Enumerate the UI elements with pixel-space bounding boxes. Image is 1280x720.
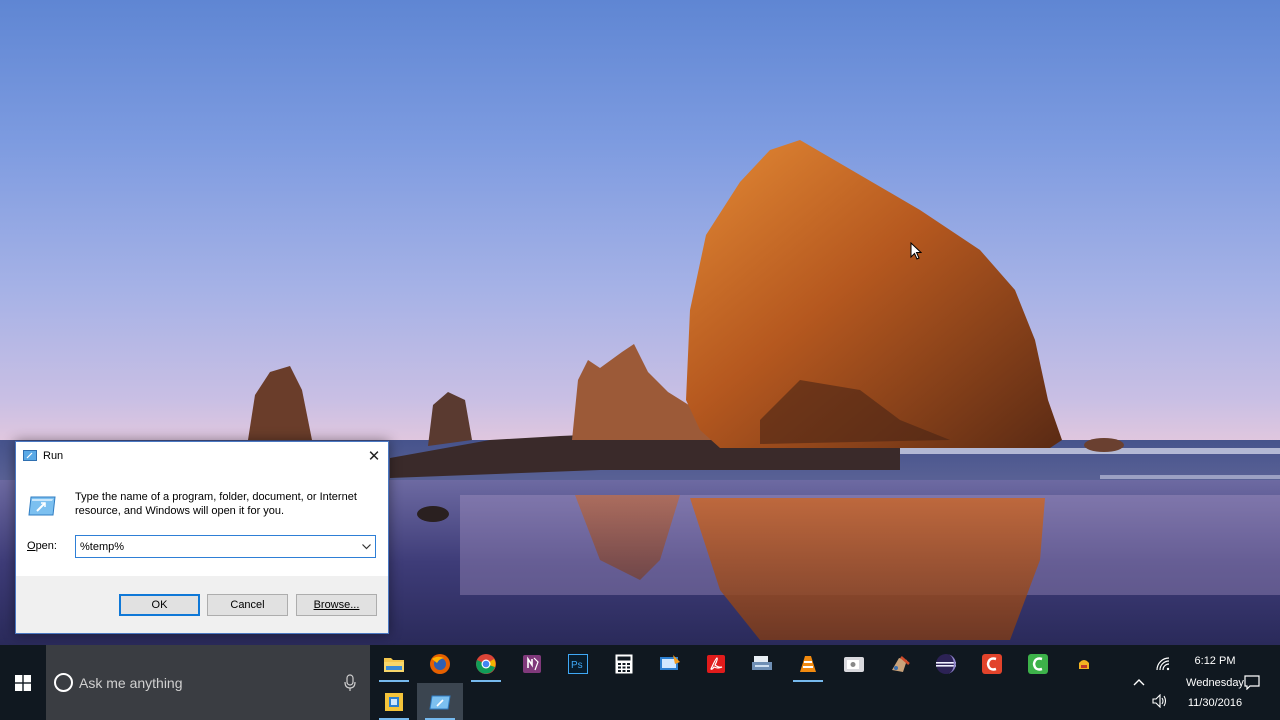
running-indicator bbox=[471, 680, 501, 682]
taskbar-screen-capture[interactable] bbox=[647, 645, 693, 682]
taskbar-camera-app[interactable] bbox=[831, 645, 877, 682]
clock-time[interactable]: 6:12 PM bbox=[1180, 655, 1250, 667]
run-description: Type the name of a program, folder, docu… bbox=[75, 491, 357, 517]
run-app-icon bbox=[23, 450, 37, 461]
close-button[interactable]: ✕ bbox=[360, 442, 388, 470]
taskbar-chrome[interactable] bbox=[463, 645, 509, 682]
open-combobox[interactable] bbox=[75, 535, 376, 558]
open-dropdown-button[interactable] bbox=[358, 537, 374, 556]
taskbar-sticky-app[interactable] bbox=[371, 683, 417, 720]
close-icon: ✕ bbox=[367, 448, 381, 465]
taskbar-vlc[interactable] bbox=[785, 645, 831, 682]
camtasia-recorder-icon bbox=[982, 653, 1002, 674]
start-button[interactable] bbox=[0, 645, 46, 720]
action-center-icon[interactable] bbox=[1244, 675, 1260, 690]
run-title: Run bbox=[43, 450, 64, 462]
cortana-icon bbox=[54, 673, 73, 692]
open-label: Open: bbox=[27, 540, 57, 552]
folder-icon bbox=[384, 657, 404, 672]
scanner-icon bbox=[752, 655, 772, 670]
running-indicator bbox=[793, 680, 823, 682]
open-input[interactable] bbox=[80, 539, 350, 554]
chrome-icon bbox=[476, 653, 496, 674]
cortana-search-box[interactable]: Ask me anything bbox=[46, 645, 370, 720]
run-titlebar[interactable]: Run ✕ bbox=[16, 442, 388, 470]
chevron-down-icon bbox=[361, 543, 371, 549]
taskbar-camtasia-recorder[interactable] bbox=[969, 645, 1015, 682]
wifi-icon[interactable] bbox=[1156, 657, 1172, 671]
browse-label: Browse... bbox=[313, 599, 360, 611]
camera-icon bbox=[844, 656, 864, 672]
pdf-icon bbox=[707, 654, 725, 673]
screen-capture-icon bbox=[660, 654, 680, 670]
svg-text:Ps: Ps bbox=[571, 660, 583, 671]
taskbar-file-explorer[interactable] bbox=[371, 645, 417, 682]
taskbar-photoshop[interactable]: Ps bbox=[555, 645, 601, 682]
sticky-app-icon bbox=[385, 692, 403, 711]
eclipse-icon bbox=[936, 653, 956, 674]
system-tray: 6:12 PM Wednesday 11/30/2016 bbox=[1110, 645, 1280, 720]
browse-button[interactable]: Browse... bbox=[296, 594, 377, 616]
taskbar-run-window[interactable] bbox=[417, 683, 463, 720]
taskbar-acrobat-reader[interactable] bbox=[693, 645, 739, 682]
running-indicator bbox=[379, 680, 409, 682]
taskbar-scanner[interactable] bbox=[739, 645, 785, 682]
paint-tool-icon bbox=[892, 655, 910, 672]
windows-logo-icon bbox=[15, 674, 31, 691]
photoshop-icon: Ps bbox=[568, 653, 588, 674]
run-dialog: Run ✕ Type the name of a program, folder… bbox=[15, 441, 389, 634]
onenote-icon bbox=[523, 654, 541, 673]
taskbar-misc-app[interactable] bbox=[1061, 645, 1107, 682]
taskbar-firefox[interactable] bbox=[417, 645, 463, 682]
calculator-icon bbox=[615, 654, 633, 673]
taskbar-onenote[interactable] bbox=[509, 645, 555, 682]
volume-icon[interactable] bbox=[1152, 694, 1170, 708]
search-placeholder: Ask me anything bbox=[79, 675, 183, 691]
cancel-button[interactable]: Cancel bbox=[207, 594, 288, 616]
microphone-icon[interactable] bbox=[344, 674, 356, 692]
taskbar-calculator[interactable] bbox=[601, 645, 647, 682]
firefox-icon bbox=[430, 653, 450, 674]
chevron-up-icon[interactable] bbox=[1132, 675, 1146, 689]
run-program-icon bbox=[28, 496, 56, 516]
run-app-icon bbox=[429, 695, 451, 709]
camtasia-studio-icon bbox=[1028, 653, 1048, 674]
taskbar-paint-tool[interactable] bbox=[877, 645, 923, 682]
misc-app-icon bbox=[1079, 659, 1089, 669]
ok-button[interactable]: OK bbox=[119, 594, 200, 616]
taskbar: Ask me anything Ps 6:12 PM Wednesday 11/… bbox=[0, 645, 1280, 720]
mouse-cursor-icon bbox=[910, 242, 922, 260]
vlc-icon bbox=[800, 655, 816, 672]
taskbar-eclipse[interactable] bbox=[923, 645, 969, 682]
clock-date[interactable]: 11/30/2016 bbox=[1170, 697, 1260, 709]
taskbar-camtasia-studio[interactable] bbox=[1015, 645, 1061, 682]
